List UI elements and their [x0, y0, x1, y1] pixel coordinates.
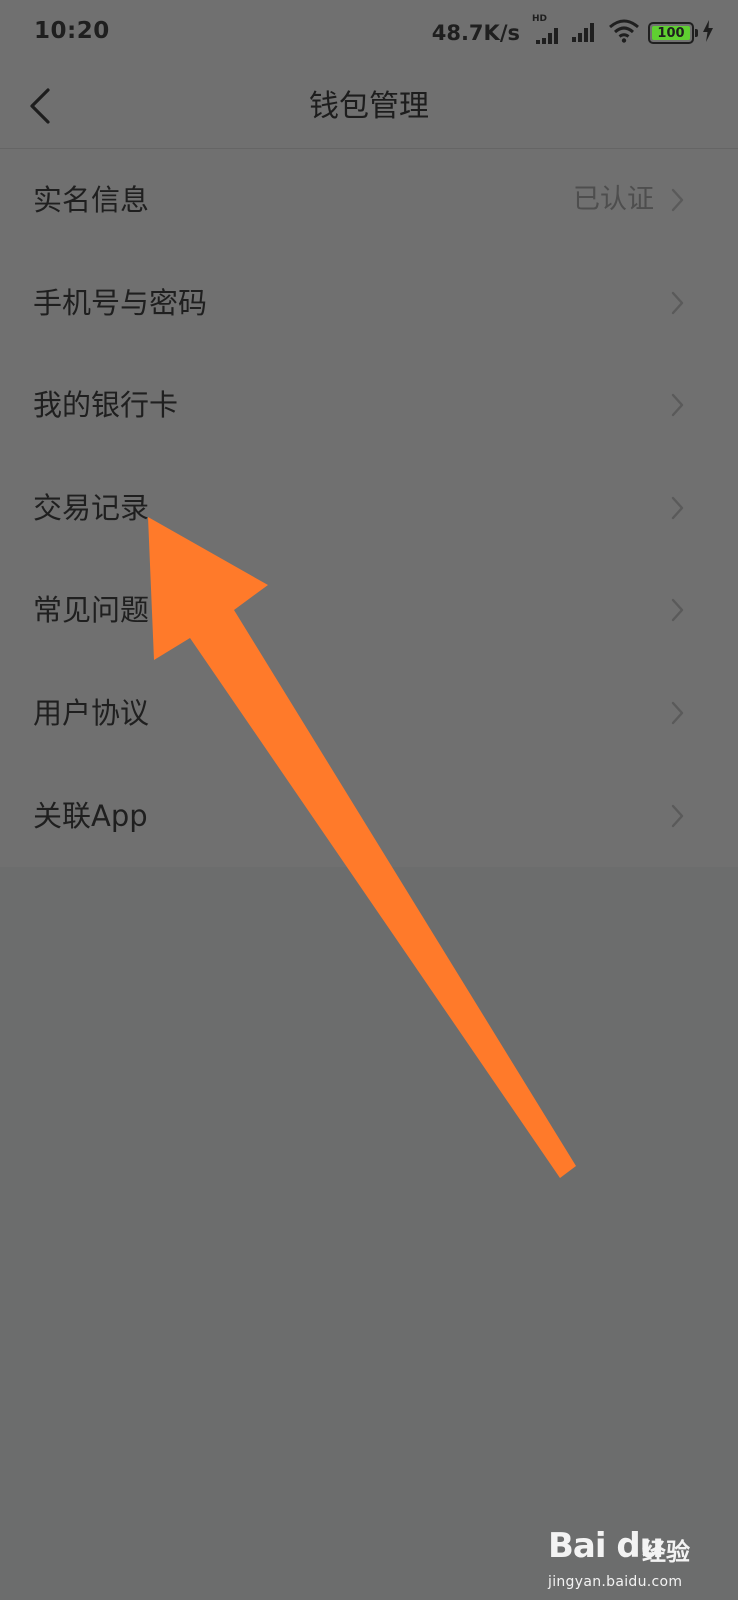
back-button[interactable] — [20, 80, 74, 134]
jingyan-brand: 经验 — [642, 1538, 690, 1566]
menu-item-label: 手机号与密码 — [33, 285, 208, 320]
chevron-right-icon — [671, 393, 684, 417]
network-speed: 48.7K/s — [431, 21, 520, 45]
chevron-right-icon — [671, 188, 684, 212]
menu-item-label: 实名信息 — [33, 183, 150, 217]
status-bar: 10:20 48.7K/s HD 100 — [0, 0, 738, 66]
battery-icon: 100 — [648, 22, 698, 44]
charging-icon — [702, 20, 714, 46]
hd-signal-icon: HD — [528, 14, 562, 46]
chevron-right-icon — [671, 804, 684, 827]
menu-item-my-bank-cards[interactable]: 我的银行卡 — [0, 354, 738, 457]
menu-item-transaction-records[interactable]: 交易记录 — [0, 457, 738, 560]
menu-item-linked-apps[interactable]: 关联App — [0, 765, 738, 868]
watermark-url: jingyan.baidu.com — [548, 1574, 683, 1590]
battery-level: 100 — [652, 26, 690, 41]
menu-item-label: 常见问题 — [33, 593, 150, 628]
menu-item-label: 用户协议 — [33, 695, 150, 730]
menu-item-label: 我的银行卡 — [33, 388, 179, 423]
status-time: 10:20 — [34, 18, 110, 44]
menu-item-label: 交易记录 — [33, 490, 150, 525]
chevron-right-icon — [671, 701, 684, 725]
status-icons: 48.7K/s HD 100 — [431, 14, 714, 50]
chevron-right-icon — [671, 496, 684, 519]
menu-item-label: 关联App — [33, 798, 148, 833]
wallet-management-screen: 10:20 48.7K/s HD 100 钱包管理 实名信息 已认证 手机号与密… — [0, 0, 738, 1600]
wallet-menu-list: 实名信息 已认证 手机号与密码 我的银行卡 交易记录 常见问题 用户协议 关联A… — [0, 149, 738, 868]
battery-cap — [695, 29, 698, 37]
menu-item-user-agreement[interactable]: 用户协议 — [0, 662, 738, 765]
baidu-jingyan-watermark: Bai du 经验 jingyan.baidu.com — [548, 1522, 716, 1592]
signal-icon — [570, 18, 600, 48]
hd-label: HD — [532, 14, 548, 24]
chevron-right-icon — [671, 599, 684, 622]
wifi-icon — [608, 18, 640, 48]
nav-header: 钱包管理 — [0, 66, 738, 149]
verified-status: 已认证 — [573, 184, 654, 215]
chevron-right-icon — [671, 291, 684, 314]
chevron-left-icon — [30, 88, 50, 124]
page-title: 钱包管理 — [309, 89, 429, 124]
menu-item-phone-and-password[interactable]: 手机号与密码 — [0, 252, 738, 355]
menu-item-faq[interactable]: 常见问题 — [0, 559, 738, 662]
menu-item-real-name-info[interactable]: 实名信息 已认证 — [0, 149, 738, 252]
